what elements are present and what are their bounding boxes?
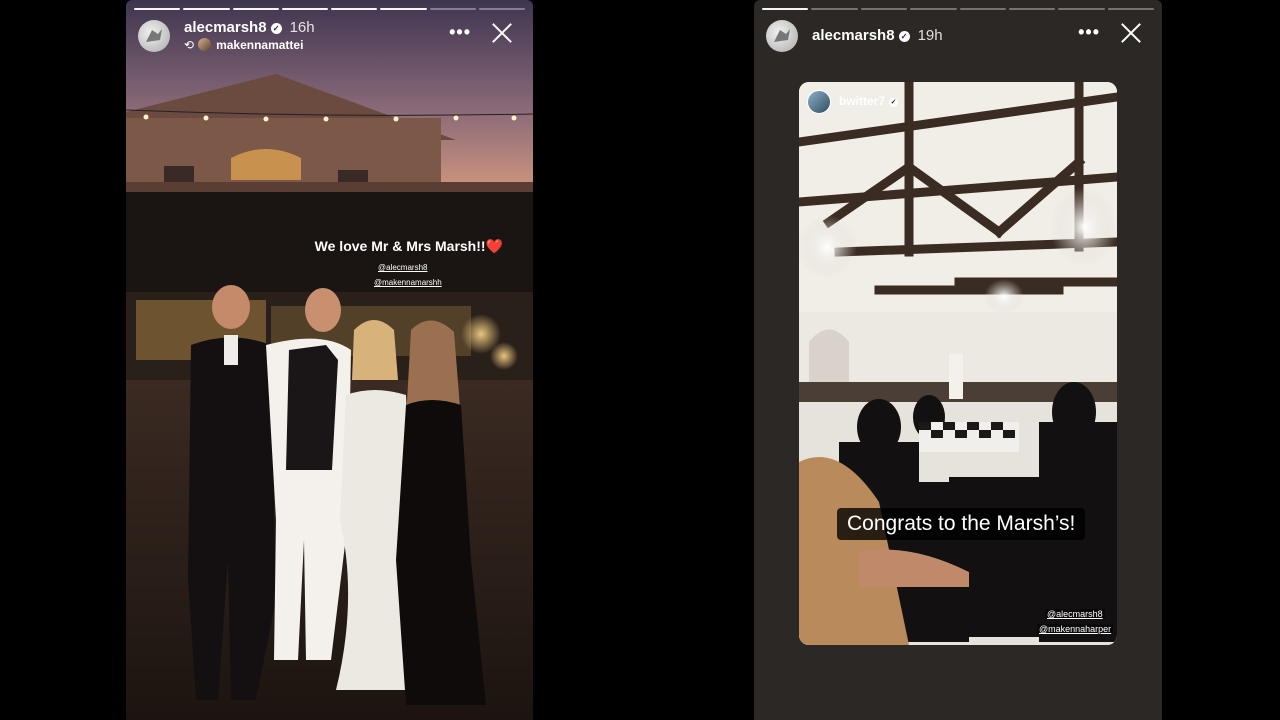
story-photo-wedding-couple: [126, 0, 533, 720]
reshared-story-header[interactable]: bwitter7 ✓: [807, 90, 899, 114]
story-progress-bar: [762, 8, 1154, 10]
progress-segment: [860, 8, 908, 10]
progress-segment: [1008, 8, 1056, 10]
progress-segment: [134, 8, 181, 10]
reshared-story-card[interactable]: bwitter7 ✓ Congrats to the Marsh’s! @alec…: [799, 82, 1117, 645]
close-icon[interactable]: [1118, 20, 1144, 46]
reshared-username[interactable]: bwitter7: [839, 94, 885, 108]
progress-segment: [762, 8, 809, 10]
story-header: alecmarsh8 ✓ 16h ⟲ makennamattei •••: [138, 18, 523, 58]
story-right[interactable]: alecmarsh8 ✓ 19h ••• bwitter7 ✓ Congrats…: [754, 0, 1162, 720]
progress-segment: [232, 8, 279, 10]
progress-segment: [331, 8, 378, 10]
more-options-icon[interactable]: •••: [449, 22, 471, 43]
story-caption: Congrats to the Marsh’s!: [837, 508, 1086, 540]
progress-segment: [1058, 8, 1105, 10]
username-text[interactable]: alecmarsh8: [184, 19, 267, 36]
username-text[interactable]: alecmarsh8: [812, 27, 895, 44]
verified-badge-icon: ✓: [898, 31, 910, 42]
mention-sticker[interactable]: @makennamarshh: [374, 278, 442, 287]
verified-badge-icon: ✓: [889, 98, 899, 108]
progress-segment: [281, 8, 328, 10]
mention-sticker[interactable]: @alecmarsh8: [378, 263, 427, 272]
story-photo-reception-hall: [799, 82, 1117, 645]
mention-sticker[interactable]: @makennaharper: [1037, 624, 1114, 634]
repost-attribution[interactable]: ⟲ makennamattei: [184, 38, 303, 52]
progress-segment: [183, 8, 230, 10]
username-link[interactable]: alecmarsh8 ✓ 16h: [184, 19, 315, 36]
story-timestamp: 19h: [917, 27, 943, 44]
progress-segment: [380, 8, 427, 10]
more-options-icon[interactable]: •••: [1078, 22, 1100, 43]
repost-avatar: [198, 38, 212, 51]
story-left[interactable]: alecmarsh8 ✓ 16h ⟲ makennamattei ••• We lov…: [126, 0, 533, 720]
story-timestamp: 16h: [289, 19, 315, 36]
story-caption: We love Mr & Mrs Marsh!!❤️: [126, 238, 533, 255]
close-icon[interactable]: [489, 20, 515, 46]
repost-icon: ⟲: [184, 38, 195, 52]
reshared-avatar: [807, 90, 831, 114]
repost-username[interactable]: makennamattei: [216, 38, 303, 52]
username-link[interactable]: alecmarsh8 ✓ 19h: [812, 27, 943, 44]
progress-segment: [910, 8, 957, 10]
story-header: alecmarsh8 ✓ 19h •••: [766, 18, 1152, 58]
heart-emoji: ❤️: [485, 238, 503, 254]
profile-avatar[interactable]: [138, 20, 170, 52]
progress-segment: [429, 8, 476, 10]
profile-avatar[interactable]: [766, 20, 798, 52]
mention-sticker[interactable]: @alecmarsh8: [1045, 609, 1105, 619]
story-progress-bar: [134, 8, 525, 10]
caption-text: We love Mr & Mrs Marsh!!: [314, 238, 486, 254]
progress-segment: [1107, 8, 1154, 10]
progress-segment: [478, 8, 525, 10]
progress-segment: [959, 8, 1006, 10]
verified-badge-icon: ✓: [270, 23, 282, 34]
progress-segment: [811, 8, 858, 10]
